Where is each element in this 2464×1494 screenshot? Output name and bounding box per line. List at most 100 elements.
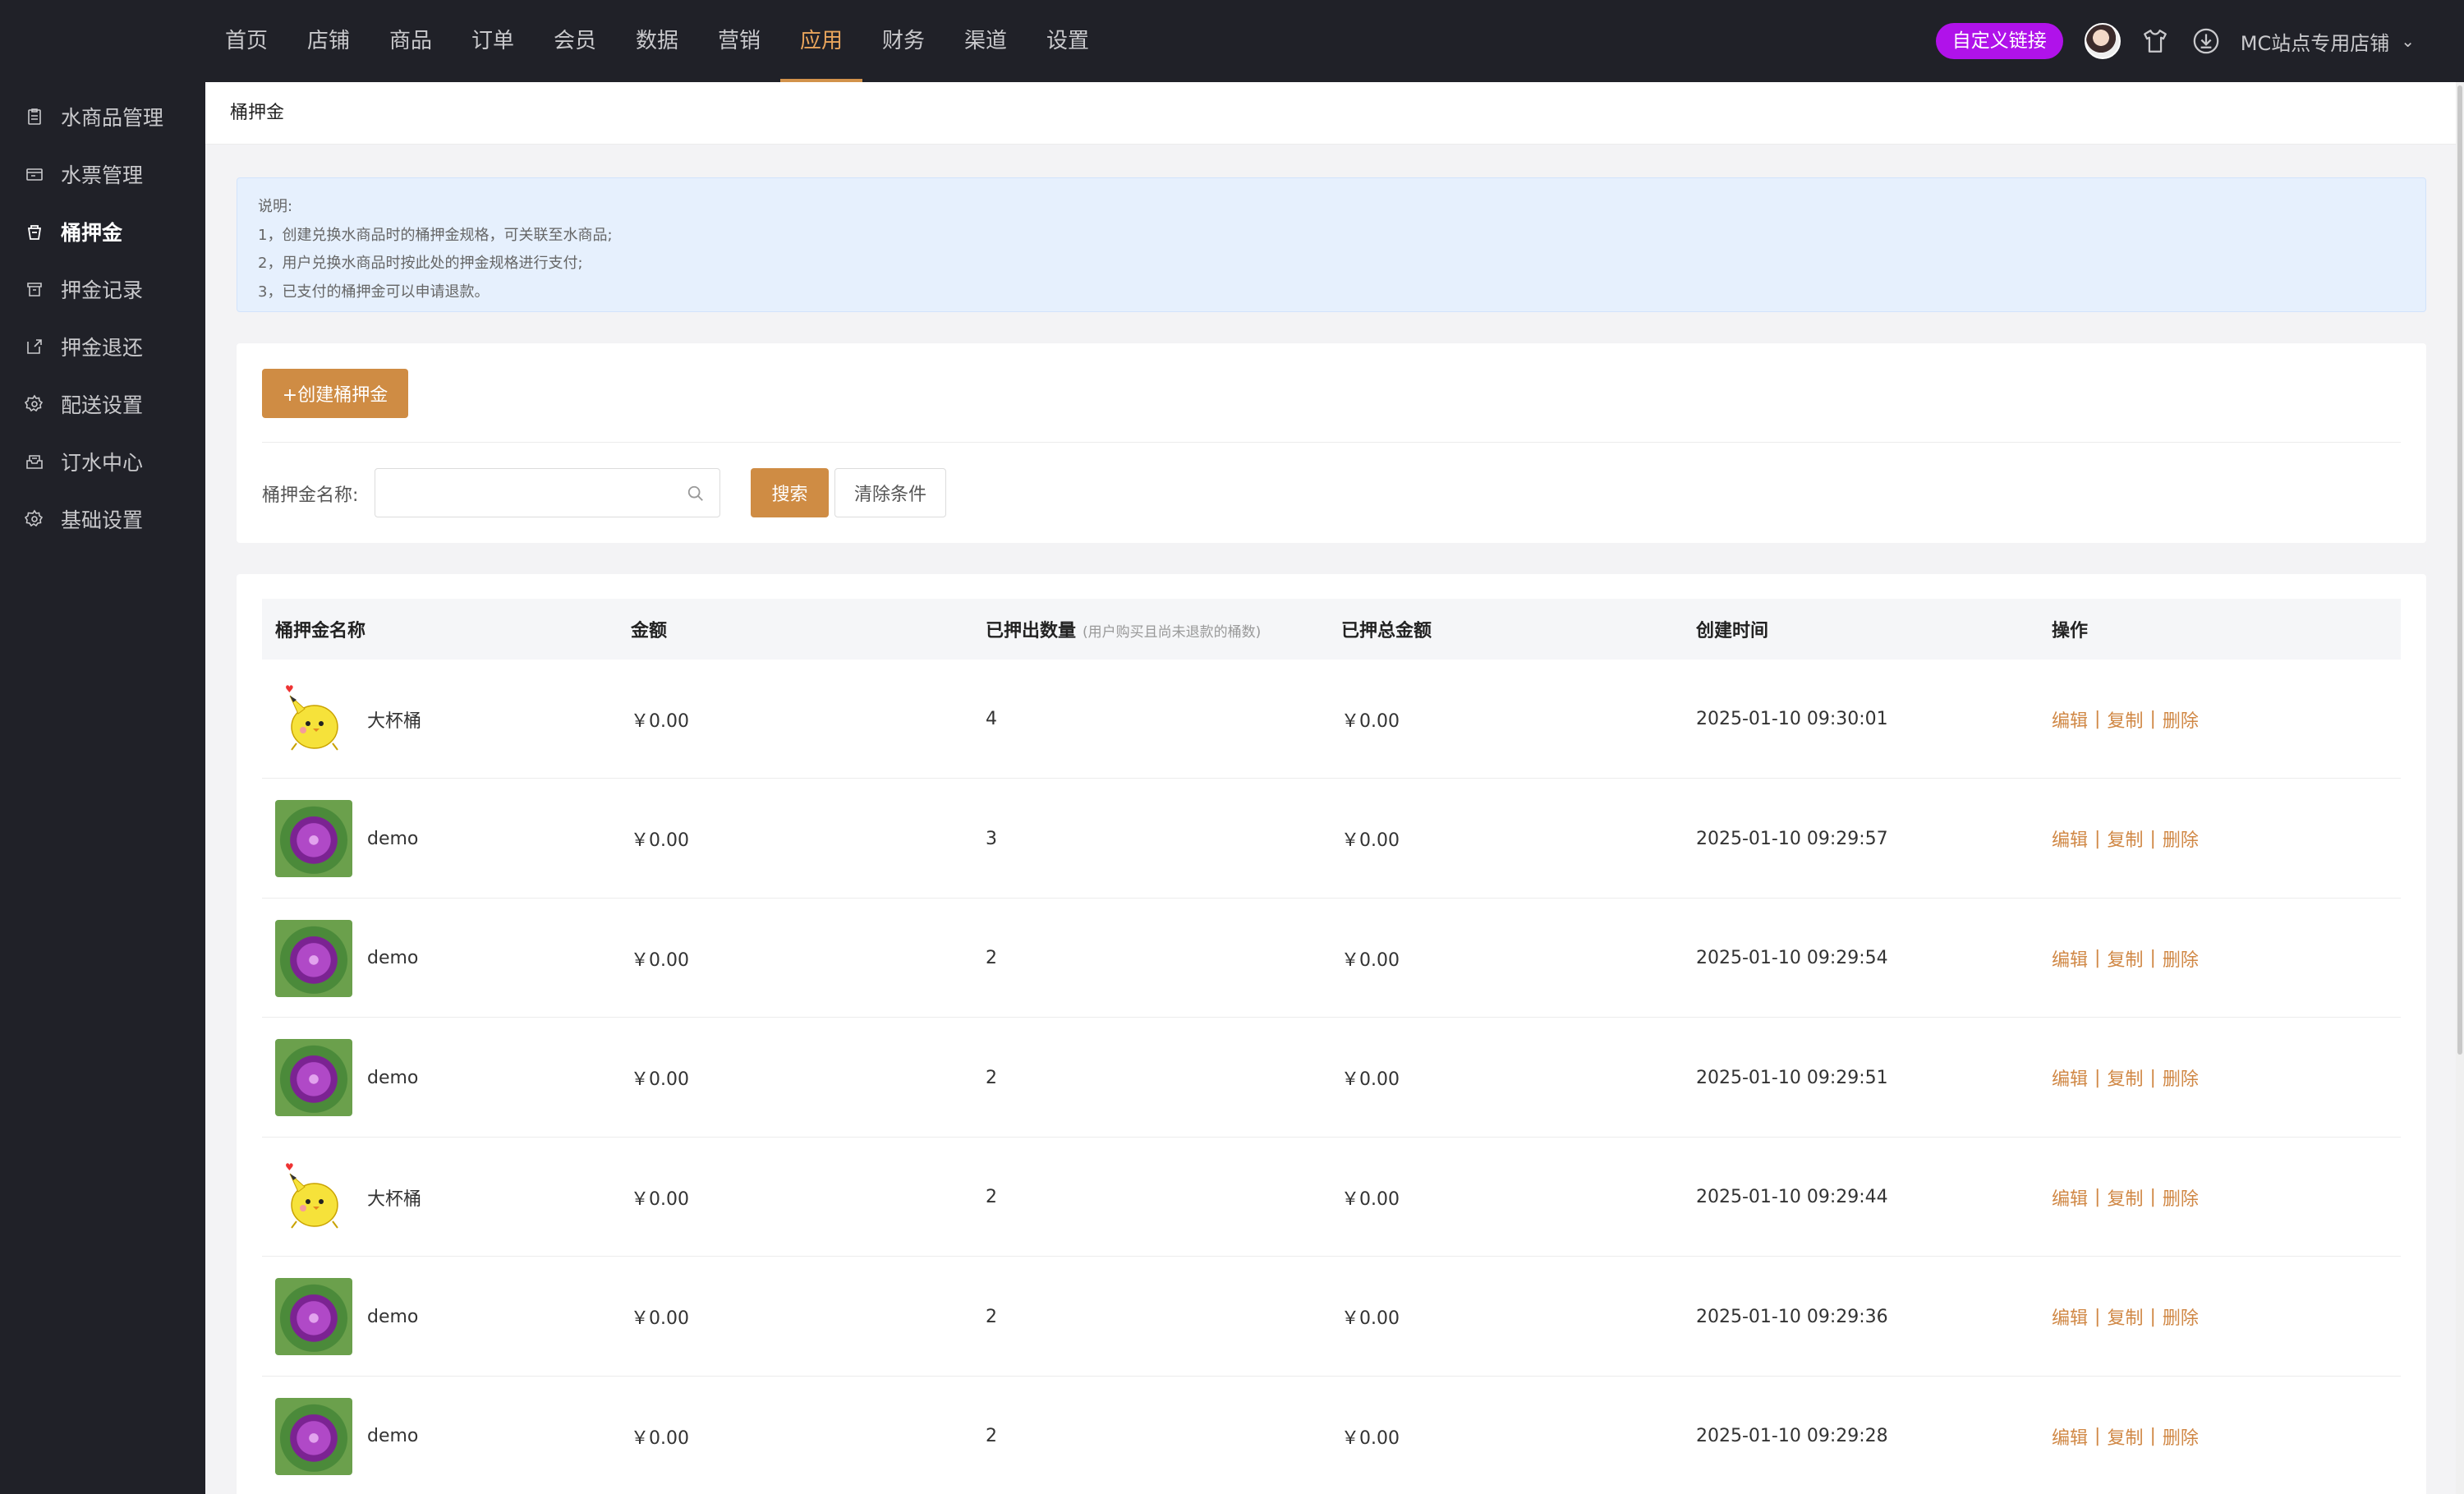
edit-link[interactable]: 编辑 — [2052, 1423, 2088, 1450]
sidebar-item-label: 订水中心 — [61, 451, 144, 475]
avatar[interactable] — [2084, 23, 2121, 59]
inbox-icon — [26, 455, 43, 469]
copy-link[interactable]: 复制 — [2107, 945, 2143, 972]
main-nav: 首页 店铺 商品 订单 会员 数据 营销 应用 财务 渠道 设置 — [205, 0, 1109, 82]
separator: | — [2149, 948, 2156, 968]
nav-members[interactable]: 会员 — [534, 0, 616, 82]
sidebar-item-bucket-deposit[interactable]: 桶押金 — [25, 215, 122, 248]
delete-link[interactable]: 删除 — [2163, 945, 2199, 972]
product-thumbnail — [275, 800, 352, 877]
copy-link[interactable]: 复制 — [2107, 1423, 2143, 1450]
sidebar-item-deposit-records[interactable]: 押金记录 — [25, 273, 143, 306]
nav-apps[interactable]: 应用 — [780, 0, 862, 82]
copy-link[interactable]: 复制 — [2107, 706, 2143, 733]
nav-settings[interactable]: 设置 — [1027, 0, 1109, 82]
gear-icon — [25, 509, 44, 527]
download-icon[interactable] — [2190, 25, 2223, 57]
separator: | — [2094, 948, 2101, 968]
deposit-name: 大杯桶 — [367, 710, 422, 732]
search-button[interactable]: 搜索 — [751, 468, 829, 517]
notice-line: 1，创建兑换水商品时的桶押金规格，可关联至水商品; — [258, 226, 613, 244]
sidebar-item-water-products[interactable]: 水商品管理 — [25, 100, 163, 133]
sidebar-item-order-water-center[interactable]: 订水中心 — [25, 445, 143, 478]
nav-channels[interactable]: 渠道 — [945, 0, 1027, 82]
sidebar-item-basic-settings[interactable]: 基础设置 — [25, 503, 143, 536]
filter-label: 桶押金名称: — [262, 485, 359, 506]
cell-name: demo — [275, 779, 418, 899]
cell-name: ♥ 大杯桶 — [275, 660, 421, 779]
cell-actions: 编辑 | 复制 | 删除 — [2052, 1377, 2199, 1494]
store-name[interactable]: MC站点专用店铺 — [2241, 27, 2389, 56]
search-field[interactable] — [375, 468, 720, 517]
table-row: ♥ 大杯桶 ￥0.00 2 ￥0.00 2025-01-10 09:29:44 编辑 | 复制 |… — [262, 1138, 2401, 1257]
nav-data[interactable]: 数据 — [616, 0, 698, 82]
sidebar-item-label: 配送设置 — [61, 393, 144, 417]
nav-orders[interactable]: 订单 — [452, 0, 534, 82]
sidebar-item-water-tickets[interactable]: 水票管理 — [25, 158, 143, 191]
shirt-icon[interactable] — [2139, 25, 2172, 57]
cell-total: ￥0.00 — [1341, 830, 1400, 851]
cell-amount: ￥0.00 — [631, 1069, 689, 1090]
ticket-icon — [26, 168, 43, 181]
sidebar-item-delivery-settings[interactable]: 配送设置 — [25, 388, 143, 421]
column-header-count-label: 已押出数量 — [986, 621, 1077, 641]
delete-link[interactable]: 删除 — [2163, 1184, 2199, 1211]
cell-count: 3 — [986, 828, 997, 849]
nav-store[interactable]: 店铺 — [287, 0, 370, 82]
product-thumbnail — [275, 1278, 352, 1355]
search-input[interactable] — [385, 469, 681, 517]
separator: | — [2149, 828, 2156, 849]
record-icon — [27, 283, 42, 297]
sidebar-item-deposit-refund[interactable]: 押金退还 — [25, 330, 143, 363]
create-bucket-deposit-button[interactable]: +创建桶押金 — [262, 369, 408, 418]
page-title: 桶押金 — [230, 103, 285, 123]
copy-link[interactable]: 复制 — [2107, 1303, 2143, 1330]
cell-count: 2 — [986, 1067, 997, 1088]
nav-products[interactable]: 商品 — [370, 0, 452, 82]
delete-link[interactable]: 删除 — [2163, 1423, 2199, 1450]
separator: | — [2149, 1187, 2156, 1207]
edit-link[interactable]: 编辑 — [2052, 825, 2088, 852]
scrollbar-thumb[interactable] — [2457, 85, 2462, 1055]
chevron-down-icon[interactable]: ⌄ — [2401, 31, 2415, 51]
cell-created-time: 2025-01-10 09:29:28 — [1696, 1426, 1888, 1446]
table-row: demo ￥0.00 2 ￥0.00 2025-01-10 09:29:51 编辑 | 复制 |… — [262, 1018, 2401, 1138]
edit-link[interactable]: 编辑 — [2052, 706, 2088, 733]
edit-link[interactable]: 编辑 — [2052, 1064, 2088, 1091]
svg-text:♥: ♥ — [285, 683, 294, 695]
product-thumbnail: ♥ — [275, 1158, 352, 1236]
copy-link[interactable]: 复制 — [2107, 825, 2143, 852]
separator: | — [2094, 1306, 2101, 1327]
copy-link[interactable]: 复制 — [2107, 1064, 2143, 1091]
product-thumbnail — [275, 1039, 352, 1116]
clear-filters-button[interactable]: 清除条件 — [834, 468, 946, 517]
top-navigation-bar: 首页 店铺 商品 订单 会员 数据 营销 应用 财务 渠道 设置 自定义链接 M… — [0, 0, 2464, 82]
cell-count: 2 — [986, 948, 997, 968]
cell-total: ￥0.00 — [1341, 1188, 1400, 1210]
delete-link[interactable]: 删除 — [2163, 1064, 2199, 1091]
cell-total: ￥0.00 — [1341, 1308, 1400, 1329]
delete-link[interactable]: 删除 — [2163, 1303, 2199, 1330]
nav-home[interactable]: 首页 — [205, 0, 287, 82]
nav-marketing[interactable]: 营销 — [698, 0, 780, 82]
cell-total: ￥0.00 — [1341, 949, 1400, 971]
edit-link[interactable]: 编辑 — [2052, 1303, 2088, 1330]
instructions-notice: 说明: 1，创建兑换水商品时的桶押金规格，可关联至水商品; 2，用户兑换水商品时… — [237, 177, 2426, 312]
delete-link[interactable]: 删除 — [2163, 825, 2199, 852]
edit-link[interactable]: 编辑 — [2052, 1184, 2088, 1211]
chick-image: ♥ — [285, 1161, 338, 1229]
separator: | — [2149, 709, 2156, 729]
chick-image: ♥ — [285, 683, 338, 751]
copy-link[interactable]: 复制 — [2107, 1184, 2143, 1211]
edit-link[interactable]: 编辑 — [2052, 945, 2088, 972]
delete-link[interactable]: 删除 — [2163, 706, 2199, 733]
nav-finance[interactable]: 财务 — [862, 0, 945, 82]
cell-amount: ￥0.00 — [631, 949, 689, 971]
search-icon[interactable] — [687, 485, 705, 503]
sidebar-item-label: 水商品管理 — [61, 106, 164, 130]
custom-link-button[interactable]: 自定义链接 — [1935, 23, 2063, 59]
column-header-count: 已押出数量 (用户购买且尚未退款的桶数) — [986, 616, 1261, 642]
column-header-total: 已押总金额 — [1341, 621, 1432, 641]
column-header-created-time: 创建时间 — [1696, 621, 1769, 641]
vertical-scrollbar[interactable] — [2456, 82, 2464, 1494]
